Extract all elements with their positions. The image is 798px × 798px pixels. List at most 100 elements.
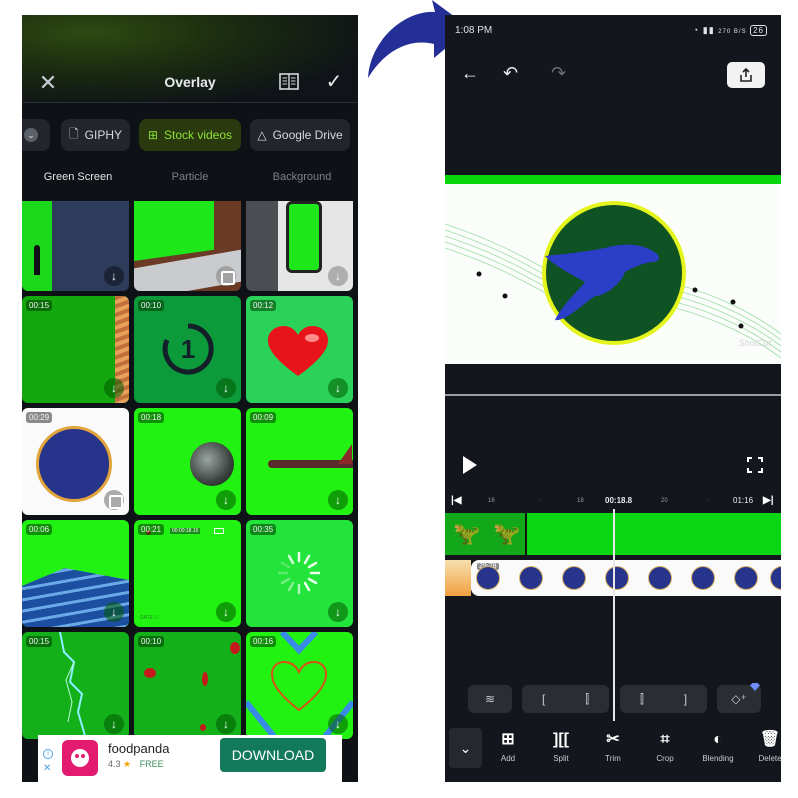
download-icon[interactable]: ↓ <box>328 378 348 398</box>
tool-trim[interactable]: ✂ Trim <box>586 729 640 763</box>
video-tile[interactable]: 00:35 ↓ <box>246 520 353 627</box>
video-tile[interactable]: 00:29 <box>22 408 129 515</box>
tab-background[interactable]: Background <box>246 171 358 183</box>
chip-giphy[interactable]: 🗋 GIPHY <box>61 119 130 151</box>
chip-label: Stock videos <box>164 128 233 142</box>
video-tile[interactable]: 00:16 ↓ <box>246 632 353 739</box>
overlay-frame <box>520 567 542 589</box>
confirm-check-icon[interactable]: ✓ <box>322 70 346 94</box>
video-tile[interactable]: 1 00:10 ↓ <box>134 296 241 403</box>
trim-end-button[interactable]: ⫿ ] <box>620 685 707 713</box>
editing-toolbar: ⌄ ⊞ Add ][[ Split ✂ Trim ⌗ Crop ◐ Blendi… <box>445 721 781 782</box>
download-icon[interactable]: ↓ <box>104 378 124 398</box>
download-icon[interactable]: ↓ <box>216 714 236 734</box>
duration-badge: 00:12 <box>250 300 277 311</box>
duration-badge: 00:35 <box>250 524 277 535</box>
undo-icon[interactable]: ↶ <box>503 63 518 84</box>
export-button[interactable] <box>727 62 765 88</box>
chip-google-drive[interactable]: △ Google Drive <box>250 119 350 151</box>
scissors-icon: ✂ <box>606 731 620 748</box>
trim-start-button[interactable]: [ ⫿ <box>522 685 609 713</box>
petal <box>202 672 208 686</box>
tool-add[interactable]: ⊞ Add <box>481 729 535 763</box>
overlay-thumbnail <box>445 560 471 596</box>
download-button[interactable]: DOWNLOAD <box>220 738 326 772</box>
video-clip[interactable]: 🦖 🦖 <box>445 513 527 555</box>
foodpanda-logo <box>62 740 98 776</box>
skip-end-icon[interactable]: ▶| <box>763 495 774 506</box>
fullscreen-icon[interactable] <box>747 457 763 473</box>
download-icon[interactable]: ↓ <box>104 714 124 734</box>
video-tile[interactable]: 00:12 ↓ <box>246 296 353 403</box>
video-tile[interactable]: 00:15 ↓ <box>22 296 129 403</box>
video-tile[interactable]: 00:09 ↓ <box>246 408 353 515</box>
video-tile[interactable]: ↓ <box>246 201 353 291</box>
split-marker-icon: ⫿ <box>639 691 644 706</box>
duration-badge: 00:15 <box>26 636 53 647</box>
video-tile[interactable] <box>134 201 241 291</box>
video-preview[interactable]: ShotCut <box>445 184 781 364</box>
video-tile[interactable]: 00:15 ↓ <box>22 632 129 739</box>
video-tile[interactable]: 00:06 ↓ <box>22 520 129 627</box>
collapse-chevron-icon[interactable]: ⌄ <box>449 728 482 768</box>
tool-label: Crop <box>656 754 674 763</box>
download-icon[interactable]: ↓ <box>216 602 236 622</box>
ad-app-name: foodpanda <box>108 741 170 756</box>
download-icon[interactable]: ↓ <box>328 266 348 286</box>
expand-icon[interactable] <box>216 266 236 286</box>
countdown-graphic: 1 <box>162 323 214 375</box>
ad-banner[interactable]: i ✕ foodpanda 4.3 ★ FREE DOWNLOAD <box>38 735 342 782</box>
tool-delete[interactable]: 🗑 Delete <box>743 729 781 763</box>
tool-label: Delete <box>758 754 781 763</box>
tool-split[interactable]: ][[ Split <box>534 729 588 763</box>
layers-button[interactable]: ≋ <box>468 685 512 713</box>
video-tile[interactable]: 00:00:18.10 DATE / / 00:21 ↓ <box>134 520 241 627</box>
video-tile[interactable]: 00:10 ↓ <box>134 632 241 739</box>
trash-icon: 🗑 <box>759 731 781 748</box>
split-icon: ][[ <box>553 731 569 748</box>
add-icon: ⊞ <box>501 731 515 748</box>
overlay-clip[interactable]: ‹ 29:28 <box>471 560 781 596</box>
download-icon[interactable]: ↓ <box>216 378 236 398</box>
ruler-tick: 20 <box>661 498 668 504</box>
ruler-tick: 18 <box>577 498 584 504</box>
tab-green-screen[interactable]: Green Screen <box>22 171 134 183</box>
skip-start-icon[interactable]: |◀ <box>451 495 462 506</box>
video-tile[interactable]: ↓ <box>22 201 129 291</box>
download-icon[interactable]: ↓ <box>328 602 348 622</box>
expand-icon[interactable] <box>104 490 124 510</box>
download-icon[interactable]: ↓ <box>328 714 348 734</box>
duration-badge: 00:15 <box>26 300 53 311</box>
download-icon[interactable]: ↓ <box>216 490 236 510</box>
chevron-down-icon: ⌄ <box>24 128 38 142</box>
download-icon[interactable]: ↓ <box>104 602 124 622</box>
video-tile[interactable]: 00:18 ↓ <box>134 408 241 515</box>
chip-stock-videos[interactable]: ⊞ Stock videos <box>139 119 241 151</box>
ad-info-icon[interactable]: i <box>43 749 53 759</box>
ad-close-icon[interactable]: ✕ <box>43 763 51 774</box>
download-icon[interactable]: ↓ <box>104 266 124 286</box>
tool-blending[interactable]: ◐ Blending <box>691 729 745 763</box>
lightning-graphic <box>59 632 87 739</box>
timeline-ruler[interactable]: |◀ 16 · 18 00:18.8 20 · 01:16 ▶| <box>445 495 781 509</box>
overlay-frame <box>771 567 781 589</box>
current-time: 00:18.8 <box>605 496 633 505</box>
status-bar: 1:08 PM ◔ ▮▮ 270 B/S 26 <box>445 25 781 41</box>
more-sources-chip[interactable]: ⌄ <box>22 119 50 151</box>
ruler-tick: · <box>707 498 709 504</box>
book-icon[interactable] <box>279 73 299 90</box>
duration-badge: 00:09 <box>250 412 277 423</box>
battery-graphic <box>214 528 224 534</box>
back-arrow-icon[interactable]: ← <box>461 63 479 84</box>
redo-icon[interactable]: ↷ <box>551 63 566 84</box>
tab-particle[interactable]: Particle <box>134 171 246 183</box>
play-icon[interactable] <box>463 456 477 474</box>
status-time: 1:08 PM <box>455 25 493 36</box>
tool-label: Add <box>500 754 516 763</box>
page-title: Overlay <box>164 74 216 90</box>
download-icon[interactable]: ↓ <box>328 490 348 510</box>
tool-crop[interactable]: ⌗ Crop <box>638 729 692 763</box>
petal <box>230 642 240 654</box>
svg-text:1: 1 <box>181 334 195 364</box>
split-marker-icon: ⫿ <box>585 691 590 706</box>
